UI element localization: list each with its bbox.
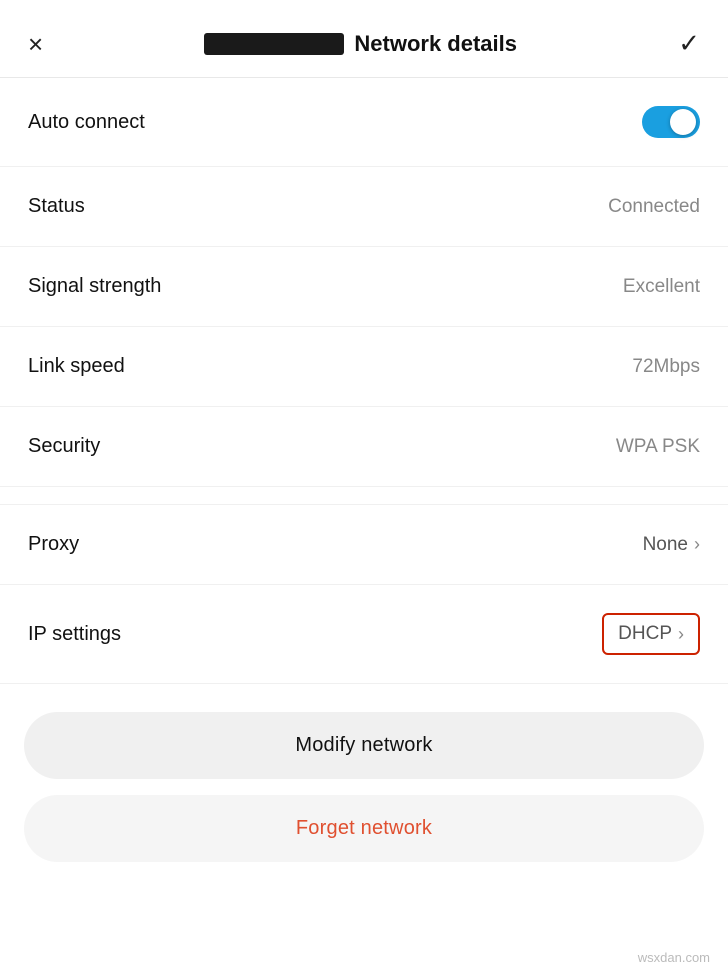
- proxy-value-text: None: [643, 534, 688, 556]
- phone-container: × Network details ✓ Auto connect Status …: [0, 0, 728, 975]
- proxy-value[interactable]: None ›: [643, 534, 700, 556]
- auto-connect-label: Auto connect: [28, 111, 145, 134]
- auto-connect-toggle[interactable]: [642, 106, 700, 138]
- proxy-chevron-icon: ›: [694, 534, 700, 555]
- page-title: Network details: [354, 31, 517, 57]
- proxy-row[interactable]: Proxy None ›: [0, 505, 728, 585]
- modify-network-button[interactable]: Modify network: [24, 712, 704, 779]
- signal-strength-value: Excellent: [623, 276, 700, 298]
- proxy-label: Proxy: [28, 533, 79, 556]
- ip-settings-label: IP settings: [28, 623, 121, 646]
- signal-strength-row: Signal strength Excellent: [0, 247, 728, 327]
- ip-settings-row[interactable]: IP settings DHCP ›: [0, 585, 728, 684]
- ip-settings-chevron-icon: ›: [678, 624, 684, 645]
- status-value: Connected: [608, 196, 700, 218]
- header: × Network details ✓: [0, 0, 728, 78]
- buttons-section: Modify network Forget network: [0, 684, 728, 862]
- header-title-group: Network details: [204, 31, 517, 57]
- link-speed-row: Link speed 72Mbps: [0, 327, 728, 407]
- signal-strength-label: Signal strength: [28, 275, 161, 298]
- auto-connect-row: Auto connect: [0, 78, 728, 167]
- status-row: Status Connected: [0, 167, 728, 247]
- security-row: Security WPA PSK: [0, 407, 728, 487]
- close-button[interactable]: ×: [28, 31, 43, 57]
- ip-settings-value-box[interactable]: DHCP ›: [602, 613, 700, 655]
- confirm-button[interactable]: ✓: [678, 28, 700, 59]
- security-value: WPA PSK: [616, 436, 700, 458]
- ip-settings-value-text: DHCP: [618, 623, 672, 645]
- ssid-redacted: [204, 33, 344, 55]
- status-label: Status: [28, 195, 85, 218]
- watermark: wsxdan.com: [638, 950, 710, 965]
- toggle-track: [642, 106, 700, 138]
- forget-network-button[interactable]: Forget network: [24, 795, 704, 862]
- toggle-thumb: [670, 109, 696, 135]
- link-speed-value: 72Mbps: [632, 356, 700, 378]
- link-speed-label: Link speed: [28, 355, 125, 378]
- security-label: Security: [28, 435, 100, 458]
